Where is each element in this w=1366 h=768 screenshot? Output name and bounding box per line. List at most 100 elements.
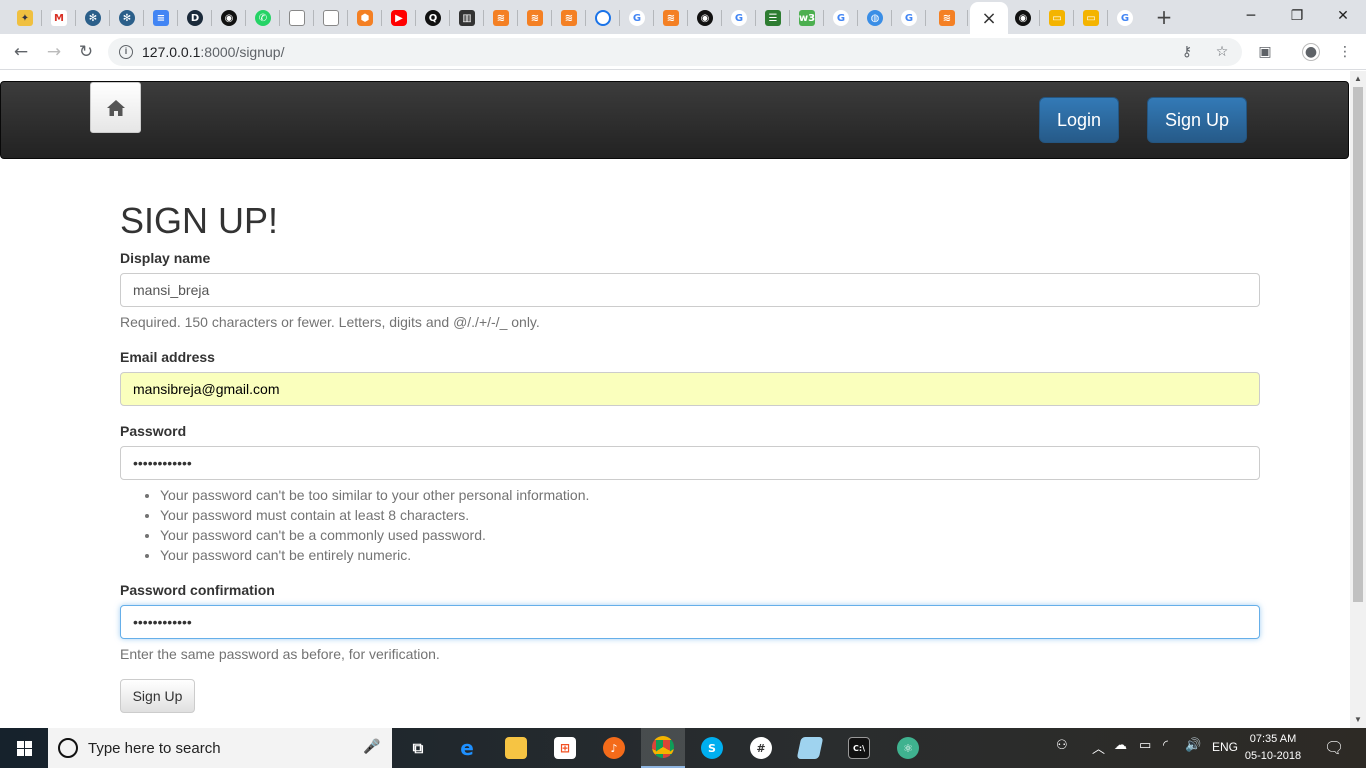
taskbar-notes[interactable]	[794, 732, 826, 764]
chrome-icon	[652, 736, 674, 758]
browser-tab[interactable]: ☰	[756, 4, 790, 32]
clock-time: 07:35 AM	[1249, 733, 1297, 745]
page-viewport: Login Sign Up SIGN UP! Display name mans…	[0, 71, 1350, 728]
taskbar-search[interactable]: Type here to search 🎤	[48, 728, 392, 768]
browser-tab[interactable]: w3	[790, 4, 824, 32]
github-icon: ◉	[697, 10, 713, 26]
browser-tab[interactable]: G	[1108, 4, 1142, 32]
scroll-up-icon[interactable]: ▲	[1350, 71, 1366, 87]
taskbar-skype[interactable]: S	[696, 732, 728, 764]
browser-tab[interactable]: ▥	[450, 4, 484, 32]
start-button[interactable]	[0, 728, 48, 768]
browser-tab[interactable]: G	[824, 4, 858, 32]
signup-nav-button[interactable]: Sign Up	[1147, 97, 1248, 143]
password-rule: Your password can't be entirely numeric.	[160, 545, 589, 565]
restore-icon[interactable]: ❐	[1274, 0, 1320, 32]
page-icon	[289, 10, 305, 26]
extension-icon[interactable]: ▣	[1256, 43, 1274, 61]
scrollbar-thumb[interactable]	[1353, 87, 1363, 602]
display-name-help: Required. 150 characters or fewer. Lette…	[120, 314, 540, 330]
onedrive-icon[interactable]: ☁	[1114, 738, 1127, 753]
taskbar-music[interactable]: ♪	[598, 732, 630, 764]
chevron-up-icon[interactable]: ︿	[1092, 738, 1105, 757]
browser-tab[interactable]	[280, 4, 314, 32]
browser-tab[interactable]: ◉	[212, 4, 246, 32]
menu-dots-icon[interactable]: ⋮	[1336, 43, 1354, 61]
login-button[interactable]: Login	[1039, 97, 1120, 143]
password-input[interactable]: ••••••••••••	[120, 446, 1260, 480]
browser-tab[interactable]: Q	[416, 4, 450, 32]
close-tab-icon[interactable]: ×	[981, 8, 996, 29]
taskbar-terminal[interactable]: C:\	[843, 732, 875, 764]
browser-tab[interactable]: ✻	[76, 4, 110, 32]
back-arrow-icon[interactable]: ←	[9, 40, 33, 64]
browser-tab[interactable]: ≋	[518, 4, 552, 32]
taskbar-slack[interactable]: #	[745, 732, 777, 764]
browser-tab[interactable]: ≋	[552, 4, 586, 32]
taskbar-store[interactable]: ⊞	[549, 732, 581, 764]
browser-tab[interactable]: ≋	[484, 4, 518, 32]
taskbar-edge[interactable]: e	[451, 732, 483, 764]
task-view-button[interactable]: ⧉	[402, 732, 434, 764]
cortana-icon	[58, 738, 78, 758]
close-window-icon[interactable]: ✕	[1320, 0, 1366, 32]
browser-tab[interactable]: ≋	[926, 4, 968, 32]
minimize-icon[interactable]: ─	[1228, 0, 1274, 32]
battery-icon[interactable]: ▭	[1139, 738, 1151, 753]
page-scrollbar[interactable]: ▲ ▼	[1350, 71, 1366, 728]
home-button[interactable]	[90, 82, 141, 133]
address-bar[interactable]: i 127.0.0.1:8000/signup/ ⚷ ☆	[108, 38, 1242, 66]
browser-tab[interactable]: ≋	[654, 4, 688, 32]
browser-tab[interactable]: ◉	[688, 4, 722, 32]
browser-tab[interactable]: ▶	[382, 4, 416, 32]
taskbar-chrome[interactable]	[641, 728, 685, 768]
google-icon: G	[731, 10, 747, 26]
tab-strip: ✦ M ✻ ✻ ≡ D ◉ ✆ ⬢ ▶ Q ▥ ≋ ≋ ≋ G ≋ ◉ G ☰ …	[0, 0, 1366, 34]
browser-tab[interactable]: G	[892, 4, 926, 32]
star-icon[interactable]: ☆	[1213, 43, 1231, 61]
browser-tab[interactable]	[586, 4, 620, 32]
wifi-icon[interactable]: ◜	[1163, 738, 1168, 753]
new-tab-button[interactable]: +	[1153, 6, 1175, 28]
browser-tab-active[interactable]: ×	[970, 2, 1008, 34]
browser-tab[interactable]: ▭	[1040, 4, 1074, 32]
browser-tab[interactable]: ⬢	[348, 4, 382, 32]
home-icon	[106, 99, 125, 116]
browser-tab[interactable]: G	[722, 4, 756, 32]
display-name-input[interactable]: mansi_breja	[120, 273, 1260, 307]
profile-avatar-icon[interactable]: ●	[1302, 43, 1320, 61]
scroll-down-icon[interactable]: ▼	[1350, 712, 1366, 728]
browser-tab[interactable]: ▭	[1074, 4, 1108, 32]
q-circle-icon: Q	[425, 10, 441, 26]
skype-icon: S	[701, 737, 723, 759]
reload-icon[interactable]: ↻	[74, 40, 98, 64]
browser-tab[interactable]: ≡	[144, 4, 178, 32]
browser-tab[interactable]: G	[620, 4, 654, 32]
email-input[interactable]: mansibreja@gmail.com	[120, 372, 1260, 406]
url-text[interactable]: 127.0.0.1:8000/signup/	[142, 44, 284, 60]
people-icon[interactable]: ⚇	[1056, 738, 1068, 753]
forward-arrow-icon[interactable]: →	[42, 40, 66, 64]
browser-tab[interactable]: ◉	[1006, 4, 1040, 32]
info-icon[interactable]: i	[119, 45, 133, 59]
taskbar-atom[interactable]: ⚛	[892, 732, 924, 764]
google-icon: G	[1117, 10, 1133, 26]
volume-icon[interactable]: 🔊	[1185, 738, 1201, 753]
browser-tab[interactable]	[314, 4, 348, 32]
notifications-icon[interactable]: 🗨	[1324, 738, 1344, 757]
microphone-icon[interactable]: 🎤	[363, 738, 380, 755]
github-icon: ◉	[221, 10, 237, 26]
password-confirm-input[interactable]: ••••••••••••	[120, 605, 1260, 639]
signup-submit-button[interactable]: Sign Up	[120, 679, 195, 713]
browser-tab[interactable]: M	[42, 4, 76, 32]
browser-tab[interactable]: ◍	[858, 4, 892, 32]
language-indicator[interactable]: ENG	[1212, 740, 1238, 754]
browser-tab[interactable]: ✻	[110, 4, 144, 32]
gmail-icon: M	[51, 10, 67, 26]
browser-tab[interactable]: ✆	[246, 4, 280, 32]
key-icon[interactable]: ⚷	[1178, 43, 1196, 61]
clock[interactable]: 07:35 AM 05-10-2018	[1243, 731, 1303, 765]
taskbar-explorer[interactable]	[500, 732, 532, 764]
browser-tab[interactable]: D	[178, 4, 212, 32]
browser-tab[interactable]: ✦	[8, 4, 42, 32]
